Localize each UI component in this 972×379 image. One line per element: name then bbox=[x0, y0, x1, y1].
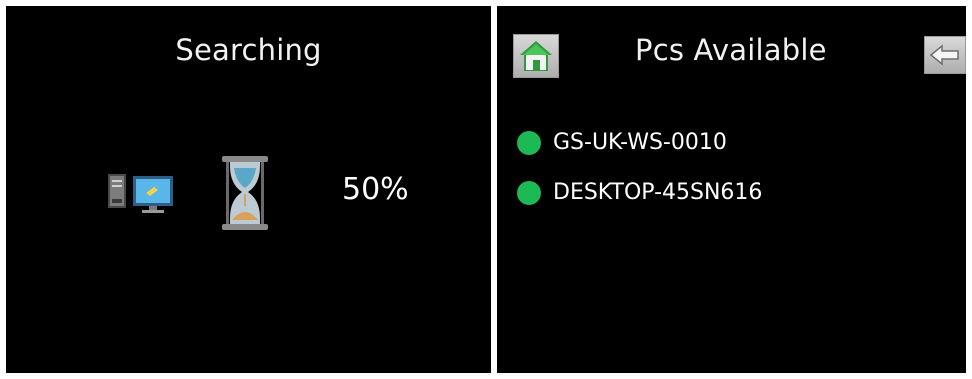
searching-title: Searching bbox=[175, 33, 322, 67]
computer-icon bbox=[106, 171, 178, 219]
pc-name: DESKTOP-45SN616 bbox=[553, 180, 763, 205]
pcs-available-panel: Pcs Available GS-UK-WS-0010 DESKTOP-45SN… bbox=[497, 6, 966, 373]
back-button[interactable] bbox=[924, 36, 966, 74]
pcs-available-title: Pcs Available bbox=[635, 33, 827, 67]
pc-list-item[interactable]: DESKTOP-45SN616 bbox=[517, 168, 762, 218]
online-status-icon bbox=[517, 131, 541, 155]
searching-panel: Searching 50% bbox=[6, 6, 491, 373]
pc-list: GS-UK-WS-0010 DESKTOP-45SN616 bbox=[517, 118, 762, 218]
online-status-icon bbox=[517, 181, 541, 205]
home-button[interactable] bbox=[513, 34, 559, 78]
hourglass-icon bbox=[220, 154, 270, 236]
screen: Searching 50% Pcs Available GS-UK-WS-001… bbox=[0, 0, 972, 379]
pc-list-item[interactable]: GS-UK-WS-0010 bbox=[517, 118, 762, 168]
pc-name: GS-UK-WS-0010 bbox=[553, 130, 727, 155]
progress-percent: 50% bbox=[342, 172, 409, 207]
